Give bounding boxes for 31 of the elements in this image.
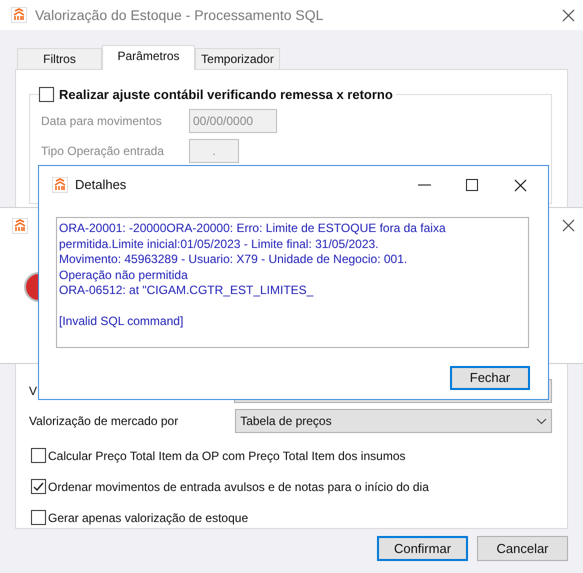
field-label: Valorização de mercado por bbox=[29, 413, 180, 430]
app-icon bbox=[12, 218, 28, 234]
minimize-icon[interactable] bbox=[418, 184, 431, 186]
field-label: V bbox=[29, 383, 38, 400]
checkbox-label: Ordenar movimentos de entrada avulsos e de notas para o início do dia bbox=[48, 478, 429, 496]
close-icon[interactable] bbox=[562, 8, 575, 22]
checkbox[interactable] bbox=[31, 479, 46, 494]
checkbox-label: Calcular Preço Total Item da OP com Preço Total Item dos insumos bbox=[48, 448, 406, 464]
close-icon[interactable] bbox=[514, 178, 527, 192]
tab[interactable]: Temporizador bbox=[195, 48, 280, 69]
app-icon bbox=[52, 177, 68, 193]
message-text: ORA-20001: -20000ORA-20000: Erro: Limite de ESTOQUE fora da faixa permitida.Limite inicial:01/05/2023 - Limite final: 31/05/2023. Movimento: 45963289 - Usuario: X79 - Unidade de Negocio: 001. Operação não permitida ORA-06512: at "CIGAM.CGTR_EST_LIMITES_ [Invalid SQL command] bbox=[59, 221, 447, 330]
confirm-button[interactable]: Confirmar bbox=[377, 536, 468, 561]
dropdown[interactable]: Tabela de preços bbox=[235, 409, 552, 433]
chevron-down-icon bbox=[536, 418, 547, 424]
maximize-icon[interactable] bbox=[466, 179, 478, 191]
field-label: Data para movimentos bbox=[41, 113, 163, 130]
field-label: Tipo Operação entrada bbox=[41, 143, 165, 160]
checkbox[interactable] bbox=[39, 87, 54, 102]
app-icon bbox=[11, 7, 27, 23]
tab[interactable]: Filtros bbox=[17, 48, 102, 69]
close-icon[interactable] bbox=[562, 219, 575, 232]
dialog-title: Detalhes bbox=[75, 176, 128, 194]
tab[interactable]: Parâmetros bbox=[102, 45, 195, 70]
checkbox[interactable] bbox=[31, 510, 46, 525]
checkbox[interactable] bbox=[31, 448, 46, 463]
cancel-button[interactable]: Cancelar bbox=[477, 536, 568, 561]
checkbox-label: Realizar ajuste contábil verificando remessa x retorno bbox=[59, 86, 393, 104]
window-title: Valorização do Estoque - Processamento SQL bbox=[35, 6, 324, 25]
close-button[interactable]: Fechar bbox=[450, 366, 530, 390]
checkbox-label: Gerar apenas valorização de estoque bbox=[48, 510, 248, 526]
